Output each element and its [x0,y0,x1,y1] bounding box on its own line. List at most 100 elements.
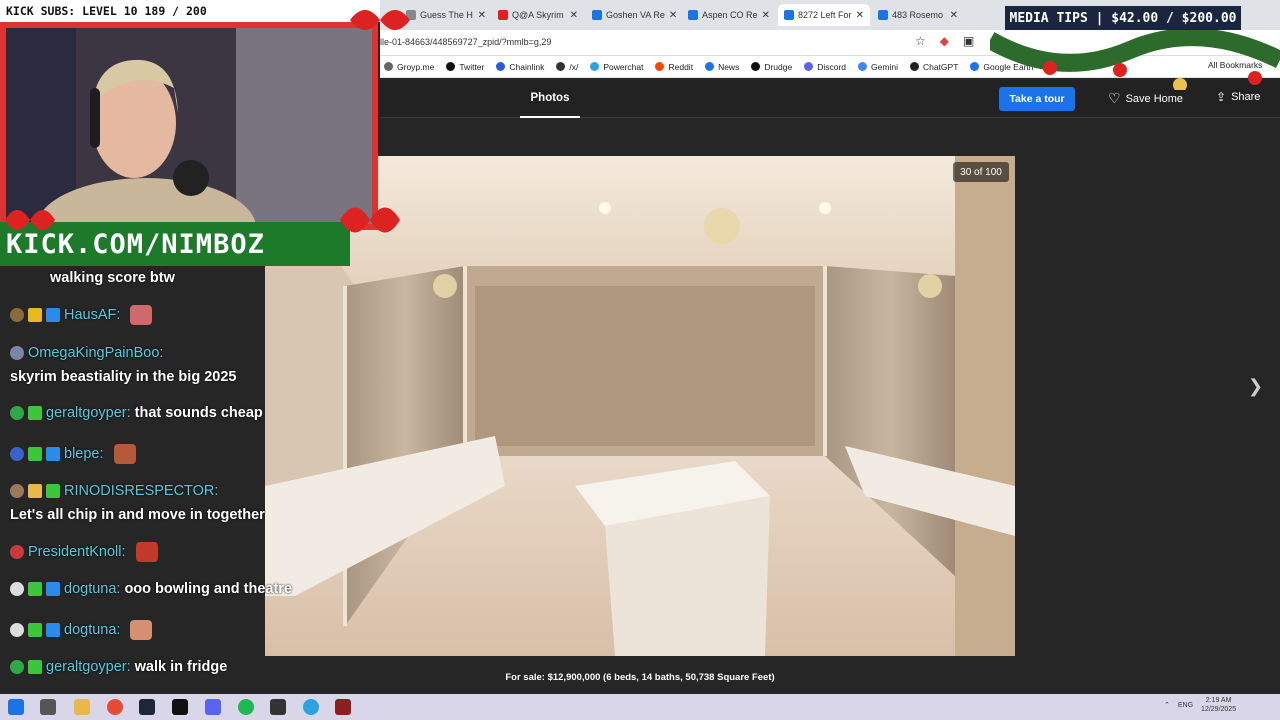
bookmark-item[interactable]: Reddit [655,62,693,72]
christmas-bow-icon [340,207,400,233]
chat-message: dogtuna: [10,620,153,640]
terminal-icon[interactable] [172,699,188,715]
share-icon: ⇪ [1216,90,1227,104]
chat-username[interactable]: blepe: [64,446,104,462]
clock-time: 2:19 AM [1205,697,1232,704]
chat-username[interactable]: dogtuna: [64,581,120,597]
chevron-up-icon[interactable]: ⌃ [1164,701,1170,709]
christmas-bow-icon [350,10,410,30]
sword-icon [46,308,60,322]
chat-emote-icon [135,542,158,562]
system-tray: ⌃ ENG 2:19 AM 12/29/2025 [1164,696,1236,714]
zillow-icon [592,10,602,20]
bookmark-item[interactable]: Powerchat [590,62,643,72]
chat-message: dogtuna: ooo bowling and theatre [10,581,292,597]
chat-message: blepe: [10,444,136,464]
soccer-ball-icon [10,582,24,596]
chat-username[interactable]: geraltgoyper: [46,405,131,421]
windows-start-icon[interactable] [8,699,24,715]
bookmark-item[interactable]: Chainlink [496,62,544,72]
streamer-image [6,28,372,224]
task-view-icon[interactable] [40,699,56,715]
discord-icon[interactable] [205,699,221,715]
tab-label: Goshen VA Re [606,10,665,20]
bookmark-label: Powerchat [603,61,644,72]
chat-username[interactable]: RINODISRESPECTOR: [64,483,218,499]
chat-username[interactable]: geraltgoyper: [46,659,131,675]
chat-message: PresidentKnoll: [10,542,158,562]
chat-text: walking score btw [50,270,175,286]
news-icon [705,62,715,71]
close-icon[interactable]: ✕ [946,10,958,21]
chat-username[interactable]: PresidentKnoll: [28,544,126,560]
take-a-tour-button[interactable]: Take a tour [999,87,1075,111]
close-icon[interactable]: ✕ [474,10,486,21]
sword-icon [46,447,60,461]
youtube-icon [498,10,508,20]
chat-username[interactable]: OmegaKingPainBoo: [28,345,163,361]
bookmark-label: Twitter [459,61,485,72]
bookmark-item[interactable]: Discord [804,62,846,72]
chat-emote-icon [130,620,153,640]
tab-goshen[interactable]: Goshen VA Re ✕ [586,4,678,26]
spotify-icon[interactable] [238,699,254,715]
gift-badge-icon [28,484,42,498]
tab-label: Q@A Skyrim [512,10,564,20]
chat-text: skyrim beastiality in the big 2025 [10,369,237,385]
zillow-icon [878,10,888,20]
user-badge-icon [10,660,24,674]
chat-text: walk in fridge [134,659,228,675]
extension-icon[interactable]: ▣ [963,34,974,48]
language-indicator[interactable]: ENG [1178,702,1193,709]
bookmark-item[interactable]: /x/ [556,62,578,72]
tab-rosemont[interactable]: 483 Rosemo ✕ [872,4,964,26]
chat-username[interactable]: HausAF: [64,307,120,323]
next-photo-arrow-icon[interactable]: ❯ [1248,376,1263,397]
tab-aspen[interactable]: Aspen CO Re ✕ [682,4,774,26]
bookmark-item[interactable]: Groyp.me [384,62,434,72]
chat-message: HausAF: [10,305,153,325]
plus-badge-icon [46,484,60,498]
tab-active-listing[interactable]: 8272 Left For ✕ [778,4,870,26]
crown-icon [28,308,42,322]
chat-username[interactable]: dogtuna: [64,622,120,638]
telegram-icon[interactable] [303,699,319,715]
chat-text: ooo bowling and theatre [124,581,293,597]
star-icon[interactable]: ☆ [915,34,926,48]
user-badge-icon [10,406,24,420]
bookmark-item[interactable]: Drudge [751,62,792,72]
close-icon[interactable]: ✕ [566,10,578,21]
steam-icon[interactable] [139,699,155,715]
bookmark-item[interactable]: ChatGPT [909,62,958,72]
chrome-icon[interactable] [107,699,123,715]
file-explorer-icon[interactable] [74,699,90,715]
extension-icon[interactable]: ◆ [940,34,949,48]
zillow-icon [784,10,794,20]
close-icon[interactable]: ✕ [758,10,770,21]
windows-taskbar [0,694,1280,720]
bookmark-item[interactable]: Twitter [446,62,484,72]
reddit-icon [655,62,665,71]
tab-qa-skyrim[interactable]: Q@A Skyrim ✕ [492,4,584,26]
close-icon[interactable]: ✕ [665,10,677,21]
chat-message: RINODISRESPECTOR: [10,483,218,499]
bookmark-label: Chainlink [509,61,545,72]
chat-message: OmegaKingPainBoo: [10,345,163,361]
bookmark-item[interactable]: News [705,62,739,72]
save-home-button[interactable]: ♡ Save Home [1108,90,1183,107]
chat-message: Let's all chip in and move in together [10,507,265,523]
bookmark-label: News [718,61,740,72]
photo-counter: 30 of 100 [953,162,1009,182]
user-badge-icon [10,545,24,559]
bookmark-label: Drudge [764,61,793,72]
tab-photos[interactable]: Photos [520,80,580,118]
share-button[interactable]: ⇪ Share [1216,90,1260,104]
obs-icon[interactable] [335,699,351,715]
taskbar-clock[interactable]: 2:19 AM 12/29/2025 [1201,696,1236,714]
bookmark-item[interactable]: Gemini [858,62,898,72]
close-icon[interactable]: ✕ [852,10,864,21]
sword-icon [46,623,60,637]
chat-emote-icon [113,444,136,464]
google-earth-icon [970,62,980,71]
app-icon[interactable] [270,699,286,715]
